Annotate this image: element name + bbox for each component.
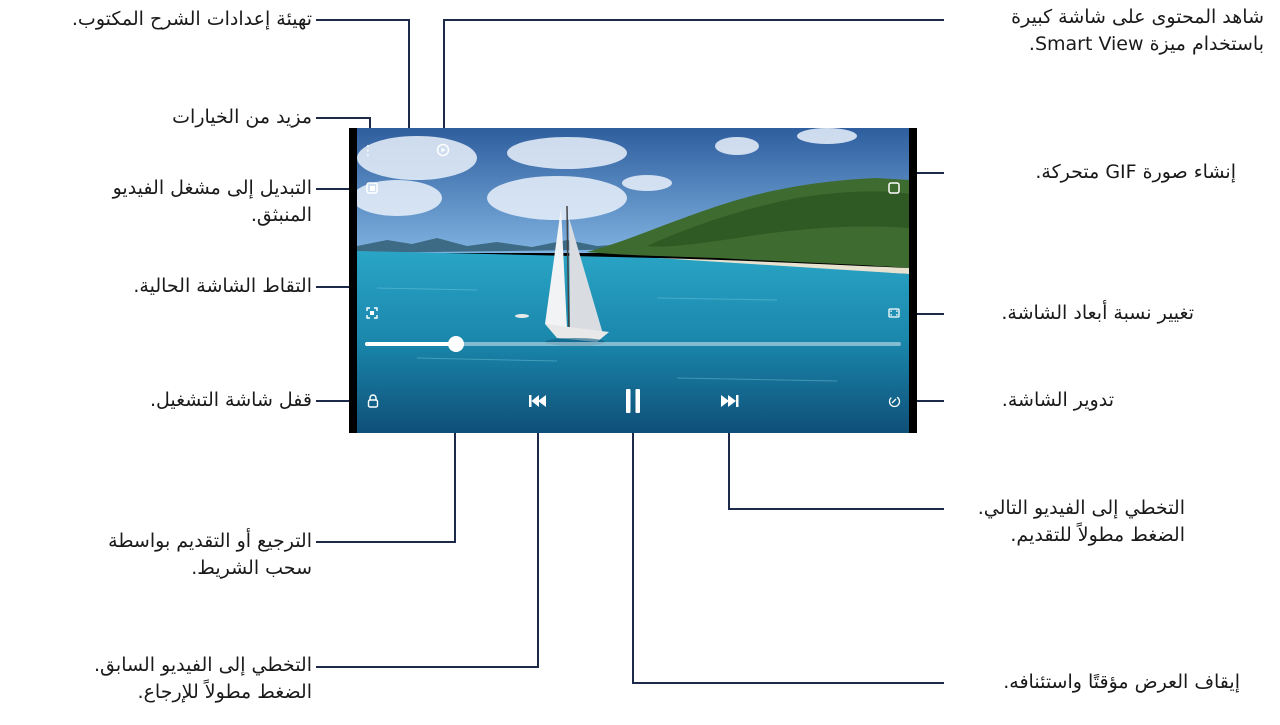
lock-icon[interactable] [366, 394, 380, 408]
label-lock-screen: قفل شاشة التشغيل. [149, 389, 312, 411]
label-previous-video: التخطي إلى الفيديو السابق. الضغط مطولاً … [94, 654, 312, 703]
label-smart-view: شاهد المحتوى على شاشة كبيرة باستخدام ميز… [1011, 6, 1264, 55]
label-create-gif: إنشاء صورة GIF متحركة. [1035, 161, 1236, 183]
gif-icon[interactable] [887, 181, 901, 195]
label-aspect-ratio: تغيير نسبة أبعاد الشاشة. [1001, 302, 1194, 324]
callout-pause-line [632, 405, 944, 684]
callout-captions-line [316, 19, 410, 140]
previous-icon[interactable] [529, 393, 547, 409]
label-more-options: مزيد من الخيارات [172, 106, 312, 128]
label-pause-resume: إيقاف العرض مؤقتًا واستئنافه. [1003, 671, 1240, 693]
more-options-icon[interactable]: ⋮ [361, 142, 375, 160]
label-next-video: التخطي إلى الفيديو التالي. الضغط مطولاً … [977, 497, 1185, 546]
label-captions-settings: تهيئة إعدادات الشرح المكتوب. [71, 8, 312, 30]
seek-bar[interactable] [365, 336, 901, 352]
rotate-icon[interactable] [887, 394, 901, 408]
popup-player-icon[interactable] [365, 181, 379, 195]
label-seek-bar: الترجيع أو التقديم بواسطة سحب الشريط. [108, 530, 312, 579]
smart-view-icon[interactable] [435, 142, 451, 158]
label-rotate-screen: تدوير الشاشة. [1001, 389, 1114, 411]
seek-bar-progress [365, 342, 457, 346]
video-player: ⋮ [349, 128, 917, 433]
label-switch-popup: التبديل إلى مشغل الفيديو المنبثق. [112, 177, 312, 226]
capture-icon[interactable] [365, 306, 379, 320]
next-icon[interactable] [721, 393, 739, 409]
aspect-ratio-icon[interactable] [887, 306, 901, 320]
callout-prev-line [316, 403, 539, 668]
label-capture-screen: التقاط الشاشة الحالية. [133, 275, 312, 297]
seek-bar-thumb[interactable] [448, 336, 465, 352]
pause-icon[interactable] [623, 388, 643, 414]
